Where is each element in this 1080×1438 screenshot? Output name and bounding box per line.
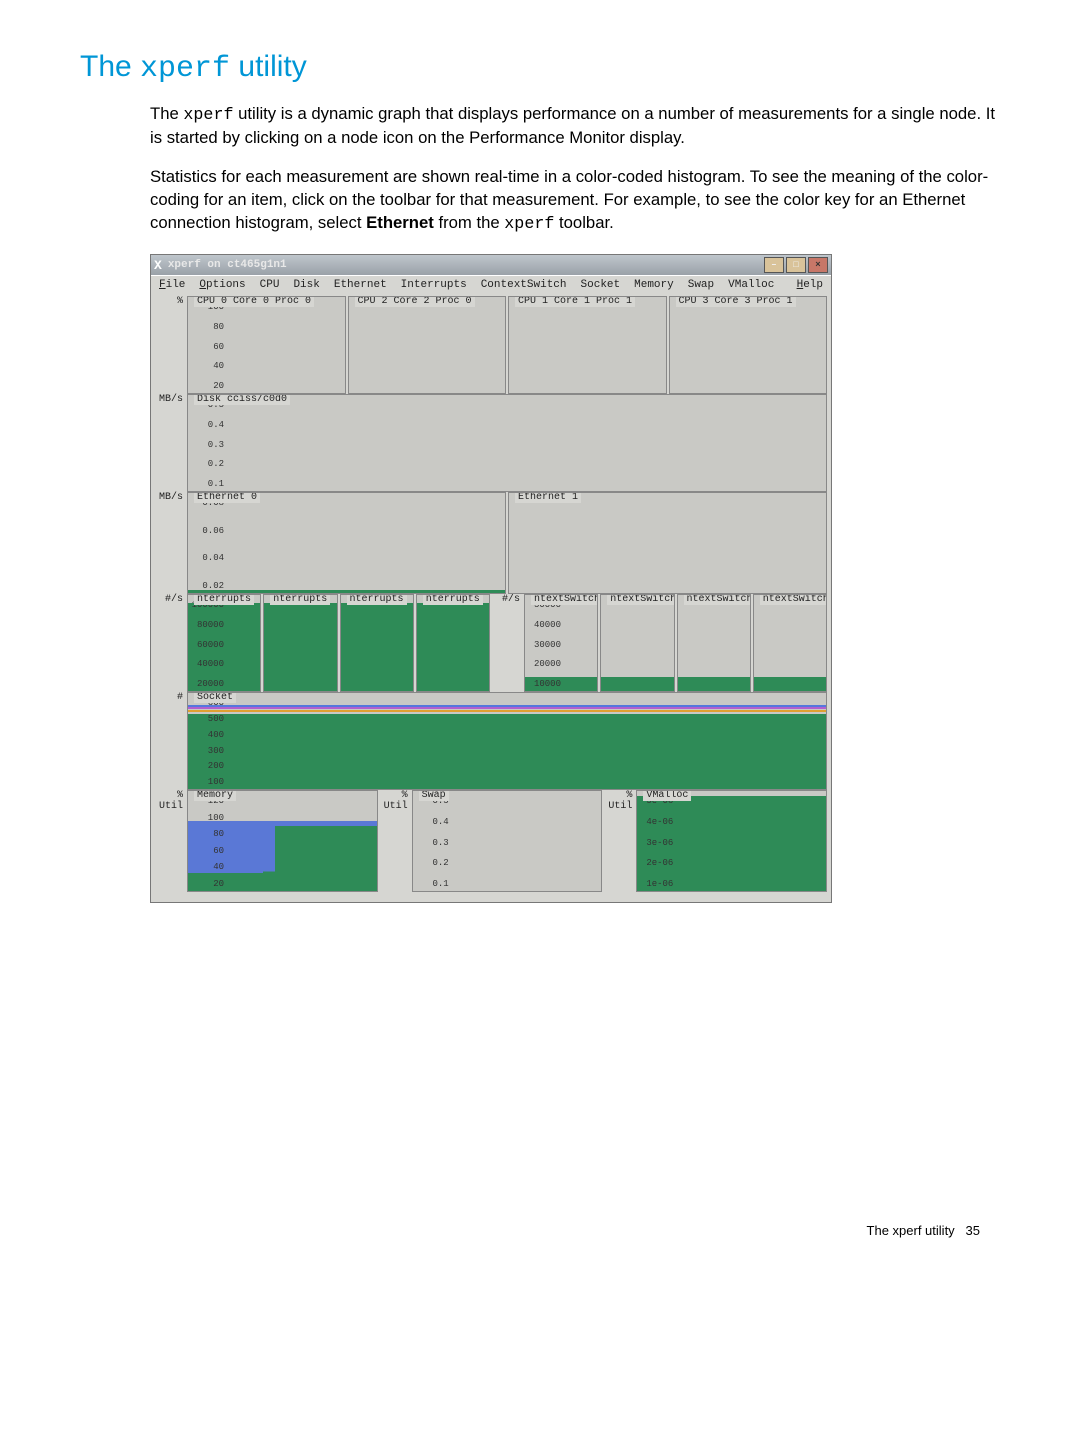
paragraph-1: The xperf utility is a dynamic graph tha… [150, 103, 1000, 150]
menu-ethernet[interactable]: Ethernet [334, 279, 387, 291]
menu-cpu[interactable]: CPU [260, 279, 280, 291]
menu-options[interactable]: Options [199, 279, 245, 291]
menu-file[interactable]: File [159, 279, 185, 291]
menu-vmalloc[interactable]: VMalloc [728, 279, 774, 291]
menu-help[interactable]: Help [797, 279, 823, 291]
menu-disk[interactable]: Disk [293, 279, 319, 291]
xperf-window-screenshot: X xperf on ct465g1n1 – □ × File Options … [150, 254, 832, 903]
menu-contextswitch[interactable]: ContextSwitch [481, 279, 567, 291]
page-title: The xperf utility [80, 50, 1000, 86]
window-title-text: xperf on ct465g1n1 [168, 259, 762, 271]
menu-socket[interactable]: Socket [581, 279, 621, 291]
menu-memory[interactable]: Memory [634, 279, 674, 291]
maximize-button[interactable]: □ [786, 257, 806, 273]
window-titlebar: X xperf on ct465g1n1 – □ × [151, 255, 831, 275]
minimize-button[interactable]: – [764, 257, 784, 273]
x11-icon: X [154, 258, 162, 273]
page-footer: The xperf utility 35 [80, 1223, 1000, 1238]
menu-swap[interactable]: Swap [688, 279, 714, 291]
close-button[interactable]: × [808, 257, 828, 273]
menubar: File Options CPU Disk Ethernet Interrupt… [151, 275, 831, 294]
menu-interrupts[interactable]: Interrupts [401, 279, 467, 291]
paragraph-2: Statistics for each measurement are show… [150, 166, 1000, 236]
